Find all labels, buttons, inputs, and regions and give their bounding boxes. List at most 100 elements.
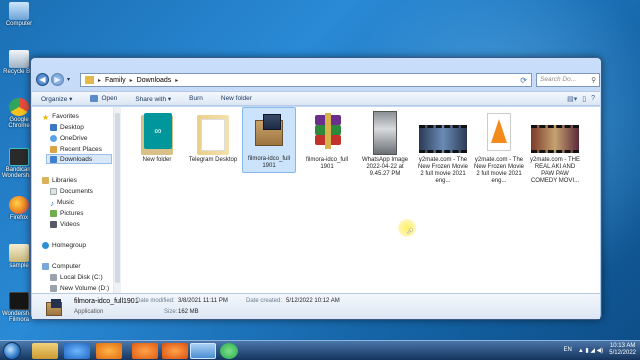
file-name: WhatsApp Image 2022-04-22 at 9.45.27 PM <box>361 157 409 177</box>
navigation-bar: ◀ ▶ ▾ ▸ Family ▸ Downloads ▸ ⟳ Search Do… <box>34 72 600 88</box>
sidebar-label: Recent Places <box>60 145 102 153</box>
recent-pages-icon[interactable]: ▾ <box>67 76 70 83</box>
help-icon[interactable]: ? <box>591 95 595 103</box>
details-file-name: filmora-idco_full1901 <box>74 298 139 305</box>
sidebar-item-videos[interactable]: Videos <box>50 219 80 229</box>
date-created-label: Date created: <box>246 298 283 304</box>
downloads-icon <box>50 155 57 163</box>
file-item-frozen-vlc[interactable]: y2mate.com - The New Frozen Movie 2 full… <box>472 109 526 185</box>
breadcrumb-family[interactable]: Family <box>105 77 126 84</box>
burn-button[interactable]: Burn <box>180 95 212 102</box>
refresh-icon[interactable]: ⟳ <box>520 76 527 85</box>
folder-icon <box>85 76 94 84</box>
app-taskbar-icon[interactable] <box>162 343 188 359</box>
organize-button[interactable]: Organize ▾ <box>32 95 81 103</box>
file-name: Telegram Desktop <box>188 157 238 163</box>
vlc-cone-icon <box>479 111 519 155</box>
drive-icon <box>50 273 57 281</box>
sidebar-item-libraries[interactable]: Libraries <box>42 175 77 185</box>
open-label: Open <box>101 95 118 102</box>
file-item-filmora-installer[interactable]: filmora-idco_full 1901 <box>242 107 296 173</box>
navigation-scrollbar[interactable] <box>114 107 121 293</box>
file-item-frozen-video[interactable]: y2mate.com - The New Frozen Movie 2 full… <box>416 109 470 185</box>
search-input[interactable]: Search Do... ⚲ <box>536 73 600 87</box>
winrar-archive-icon <box>307 111 347 155</box>
sidebar-item-new-volume[interactable]: New Volume (D:) <box>50 283 109 293</box>
file-item-whatsapp-image[interactable]: WhatsApp Image 2022-04-22 at 9.45.27 PM <box>358 109 412 178</box>
taskbar: EN ▲ ▮ ◢ ◀) 10:13 AM 5/12/2022 <box>0 340 640 360</box>
sidebar-item-favorites[interactable]: ★ Favorites <box>42 111 79 122</box>
sidebar-item-recent-places[interactable]: Recent Places <box>50 144 102 154</box>
file-name: filmora-idco_full 1901 <box>305 157 348 170</box>
sidebar-item-documents[interactable]: Documents <box>50 186 93 196</box>
share-with-button[interactable]: Share with ▾ <box>126 95 180 103</box>
breadcrumb-downloads[interactable]: Downloads <box>137 77 172 84</box>
firefox-icon <box>9 196 29 214</box>
sidebar-item-pictures[interactable]: Pictures <box>50 208 83 218</box>
sidebar-label: Libraries <box>52 176 77 184</box>
forward-button[interactable]: ▶ <box>51 73 64 86</box>
active-explorer-taskbar-icon[interactable] <box>190 343 216 359</box>
sidebar-item-onedrive[interactable]: OneDrive <box>50 133 87 143</box>
file-item-aki-paw-paw-video[interactable]: y2mate.com - THE REAL AKI AND PAW PAW CO… <box>528 109 582 185</box>
sidebar-item-homegroup[interactable]: Homegroup <box>42 240 86 250</box>
sidebar-label: Videos <box>60 220 80 228</box>
content-pane: ★ Favorites Desktop OneDrive Recent Plac… <box>32 107 600 293</box>
arduino-folder-icon: ∞ <box>137 111 177 155</box>
open-button[interactable]: Open <box>81 95 126 102</box>
sidebar-item-local-disk[interactable]: Local Disk (C:) <box>50 272 103 282</box>
recycle-bin-icon <box>9 50 29 68</box>
sidebar-item-computer[interactable]: Computer <box>42 261 81 271</box>
file-name: y2mate.com - The New Frozen Movie 2 full… <box>417 157 468 184</box>
date-modified-label: Date modified: <box>136 298 175 304</box>
start-button[interactable] <box>3 342 21 360</box>
file-list: ∞ New folder Telegram Desktop filmora-id… <box>126 107 600 289</box>
explorer-taskbar-icon[interactable] <box>32 343 58 359</box>
change-view-icon[interactable]: ▤▾ <box>567 95 577 103</box>
video-thumbnail-icon <box>531 111 579 155</box>
sidebar-label: Computer <box>52 262 81 270</box>
new-folder-button[interactable]: New folder <box>212 95 261 102</box>
installer-box-icon <box>44 297 64 317</box>
computer-icon <box>42 262 49 270</box>
tray-icons[interactable]: ▲ ▮ ◢ ◀) <box>578 347 603 354</box>
search-placeholder: Search Do... <box>540 76 577 83</box>
desktop-icon-label: Firefox <box>9 215 29 221</box>
sidebar-label: Homegroup <box>52 241 86 249</box>
desktop-icon-computer[interactable]: Computer <box>2 2 36 27</box>
clock[interactable]: 10:13 AM 5/12/2022 <box>609 343 636 357</box>
sidebar-label: Music <box>57 198 74 206</box>
file-item-filmora-archive[interactable]: filmora-idco_full 1901 <box>300 109 354 171</box>
sidebar-item-downloads[interactable]: Downloads <box>46 154 112 164</box>
breadcrumb-separator: ▸ <box>175 77 179 84</box>
ie-taskbar-icon[interactable] <box>64 343 90 359</box>
open-icon <box>90 95 99 102</box>
system-tray: EN ▲ ▮ ◢ ◀) 10:13 AM 5/12/2022 <box>563 343 636 357</box>
recent-places-icon <box>50 145 57 153</box>
file-name: y2mate.com - The New Frozen Movie 2 full… <box>473 157 524 184</box>
address-bar[interactable]: ▸ Family ▸ Downloads ▸ ⟳ <box>80 73 532 87</box>
computer-icon <box>9 2 29 20</box>
language-indicator[interactable]: EN <box>563 347 571 353</box>
details-file-type: Application <box>74 309 104 315</box>
whatsapp-taskbar-icon[interactable] <box>220 343 238 359</box>
back-button[interactable]: ◀ <box>36 73 49 86</box>
clock-date: 5/12/2022 <box>609 350 636 356</box>
music-icon: ♪ <box>50 198 54 208</box>
sidebar-item-desktop[interactable]: Desktop <box>50 122 84 132</box>
sidebar-label: Pictures <box>60 209 84 217</box>
preview-pane-icon[interactable]: ▯ <box>582 95 586 103</box>
media-player-taskbar-icon[interactable] <box>96 343 122 359</box>
size-label: Size: <box>164 309 178 315</box>
file-item-telegram-desktop[interactable]: Telegram Desktop <box>186 109 240 164</box>
details-pane: filmora-idco_full1901 Application Date m… <box>32 293 600 319</box>
file-name: y2mate.com - THE REAL AKI AND PAW PAW CO… <box>530 157 580 184</box>
sidebar-label: Documents <box>60 187 93 195</box>
file-item-new-folder[interactable]: ∞ New folder <box>130 109 184 164</box>
pictures-icon <box>50 209 57 217</box>
scrollbar-thumb[interactable] <box>115 113 120 283</box>
desktop-icon <box>50 123 57 131</box>
app-taskbar-icon[interactable] <box>132 343 158 359</box>
sidebar-item-music[interactable]: ♪ Music <box>50 197 74 208</box>
drive-icon <box>50 284 57 292</box>
